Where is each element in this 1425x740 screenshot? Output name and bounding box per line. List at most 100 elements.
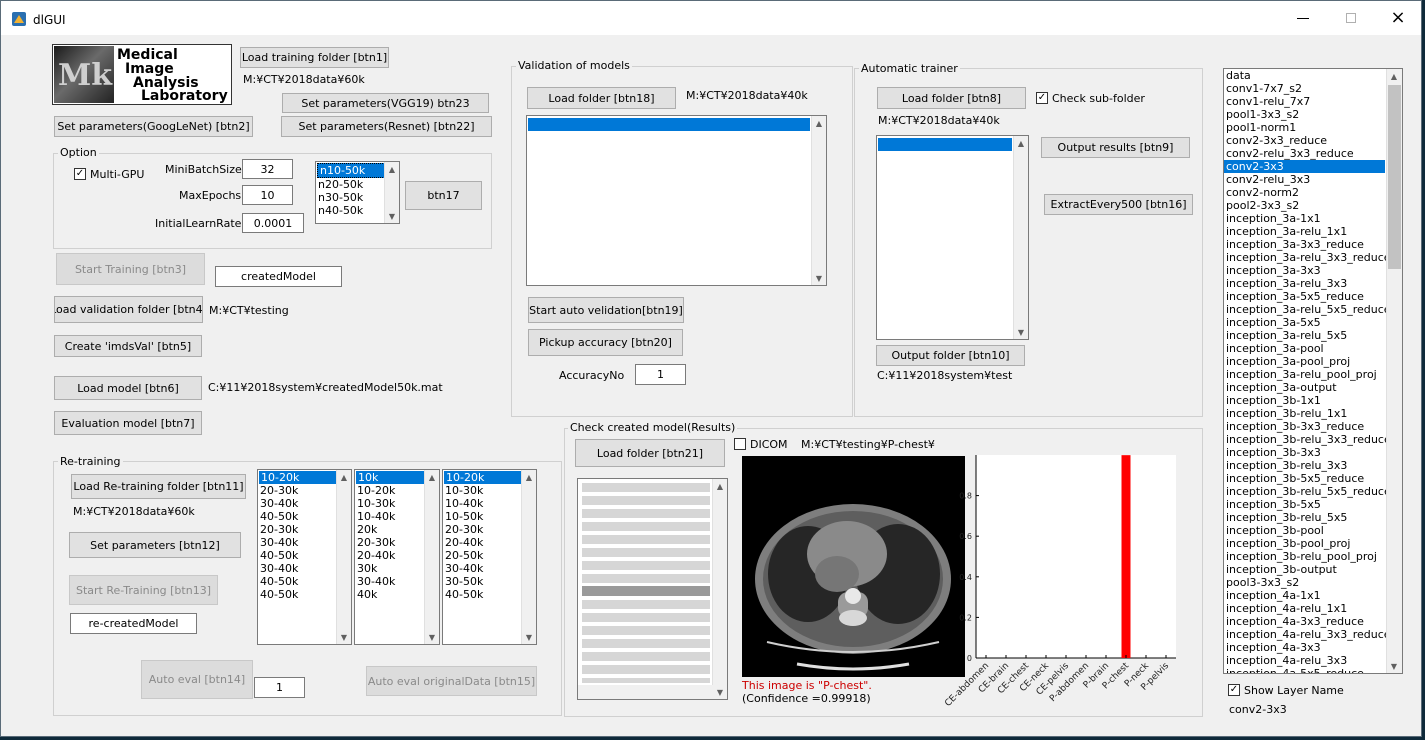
layer-list-item[interactable]: inception_4a-3x3 — [1224, 641, 1385, 654]
layer-list-item[interactable]: inception_4a-relu_1x1 — [1224, 602, 1385, 615]
load-folder-btn21[interactable]: Load folder [btn21] — [575, 439, 725, 467]
extract-every-500-button[interactable]: ExtractEvery500 [btn16] — [1044, 194, 1193, 215]
load-folder-btn8[interactable]: Load folder [btn8] — [877, 87, 1026, 109]
layer-list-item[interactable]: conv2-3x3_reduce — [1224, 134, 1385, 147]
layer-list-item[interactable]: inception_3b-relu_5x5 — [1224, 511, 1385, 524]
layer-list-item[interactable]: pool1-3x3_s2 — [1224, 108, 1385, 121]
layer-list-item[interactable]: inception_3a-relu_3x3_reduce — [1224, 251, 1391, 264]
auto-eval-original-button[interactable]: Auto eval originalData [btn15] — [366, 666, 537, 696]
layer-list-item[interactable]: inception_3b-relu_pool_proj — [1224, 550, 1385, 563]
scroll-up-icon[interactable]: ▲ — [812, 116, 826, 130]
learnrate-field[interactable]: 0.0001 — [242, 213, 304, 233]
scroll-up-icon[interactable]: ▲ — [522, 470, 536, 484]
show-layer-name-checkbox[interactable]: ✓ — [1228, 684, 1240, 696]
option-list-scrollbar[interactable]: ▲ ▼ — [384, 162, 399, 223]
start-training-button[interactable]: Start Training [btn3] — [56, 253, 205, 285]
pickup-accuracy-button[interactable]: Pickup accuracy [btn20] — [528, 329, 683, 356]
layer-list-item[interactable]: inception_3b-output — [1224, 563, 1385, 576]
model-name-field[interactable]: createdModel — [215, 266, 342, 287]
layer-list-item[interactable]: inception_3a-5x5 — [1224, 316, 1385, 329]
scroll-down-icon[interactable]: ▼ — [812, 271, 826, 285]
maxepochs-field[interactable]: 10 — [242, 185, 293, 205]
scroll-up-icon[interactable]: ▲ — [1387, 69, 1401, 83]
layer-list-item[interactable]: inception_3a-relu_5x5_reduce — [1224, 303, 1391, 316]
layer-list-item[interactable]: pool1-norm1 — [1224, 121, 1385, 134]
start-auto-validation-button[interactable]: Start auto velidation[btn19] — [528, 297, 684, 323]
layer-scroll-thumb[interactable] — [1388, 85, 1401, 269]
list-item[interactable] — [878, 138, 1012, 151]
layer-list-item[interactable]: inception_3b-5x5_reduce — [1224, 472, 1385, 485]
layer-list-item[interactable]: inception_4a-relu_3x3 — [1224, 654, 1385, 667]
layer-list-item[interactable]: inception_3b-relu_1x1 — [1224, 407, 1385, 420]
image-file-list[interactable]: ▲ ▼ — [577, 478, 728, 700]
layer-list-item[interactable]: inception_3a-pool — [1224, 342, 1385, 355]
set-params-vgg19-button[interactable]: Set parameters(VGG19) btn23 — [282, 93, 489, 113]
layer-list-item[interactable]: inception_3a-1x1 — [1224, 212, 1385, 225]
scroll-down-icon[interactable]: ▼ — [425, 630, 439, 644]
layer-list-item[interactable]: inception_3b-5x5 — [1224, 498, 1385, 511]
auto-eval-button[interactable]: Auto eval [btn14] — [141, 660, 253, 699]
layer-list-item[interactable]: inception_3a-3x3 — [1224, 264, 1385, 277]
scroll-down-icon[interactable]: ▼ — [1387, 659, 1401, 673]
scroll-down-icon[interactable]: ▼ — [337, 630, 351, 644]
set-parameters-button[interactable]: Set parameters [btn12] — [69, 532, 241, 558]
scroll-up-icon[interactable]: ▲ — [337, 470, 351, 484]
dicom-checkbox[interactable] — [734, 438, 746, 450]
auto-trainer-listbox[interactable]: ▲ ▼ — [876, 135, 1029, 340]
check-subfolder-checkbox[interactable]: ✓ — [1036, 92, 1048, 104]
scroll-down-icon[interactable]: ▼ — [522, 630, 536, 644]
btn17-button[interactable]: btn17 — [405, 181, 482, 210]
layer-list-item[interactable]: conv1-relu_7x7 — [1224, 95, 1385, 108]
auto-trainer-list-scrollbar[interactable]: ▲ ▼ — [1013, 136, 1028, 339]
validation-list-scrollbar[interactable]: ▲ ▼ — [811, 116, 826, 285]
layer-list-item[interactable]: conv1-7x7_s2 — [1224, 82, 1385, 95]
set-params-resnet-button[interactable]: Set parameters(Resnet) [btn22] — [281, 116, 492, 137]
layer-list-item[interactable]: inception_4a-5x5_reduce — [1224, 667, 1385, 673]
scroll-up-icon[interactable]: ▲ — [1014, 136, 1028, 150]
scroll-up-icon[interactable]: ▲ — [713, 479, 727, 493]
load-validation-folder-button[interactable]: Load validation folder [btn4] — [54, 296, 203, 323]
layer-list-scrollbar[interactable]: ▲ ▼ — [1386, 69, 1402, 673]
layer-list-item[interactable]: pool2-3x3_s2 — [1224, 199, 1385, 212]
retrain-model-name-field[interactable]: re-createdModel — [70, 613, 197, 634]
retrain-list2-scrollbar[interactable]: ▲ ▼ — [424, 470, 439, 644]
multi-gpu-checkbox[interactable]: ✓ — [74, 168, 86, 180]
layer-list-item[interactable]: conv2-relu_3x3 — [1224, 173, 1385, 186]
minimize-icon[interactable] — [1297, 18, 1309, 19]
scroll-up-icon[interactable]: ▲ — [425, 470, 439, 484]
scroll-up-icon[interactable]: ▲ — [385, 162, 399, 176]
set-params-googlenet-button[interactable]: Set parameters(GoogLeNet) [btn2] — [54, 116, 253, 137]
minibatch-field[interactable]: 32 — [242, 159, 293, 179]
evaluation-model-button[interactable]: Evaluation model [btn7] — [54, 411, 202, 435]
output-results-button[interactable]: Output results [btn9] — [1041, 137, 1190, 158]
load-retraining-folder-button[interactable]: Load Re-training folder [btn11] — [71, 474, 246, 499]
layer-list-item[interactable]: inception_3b-pool_proj — [1224, 537, 1385, 550]
layer-list-item[interactable]: inception_4a-3x3_reduce — [1224, 615, 1385, 628]
auto-eval-number-field[interactable]: 1 — [254, 677, 305, 698]
list-item[interactable]: 10k — [356, 471, 425, 484]
layer-list-item[interactable]: inception_3b-pool — [1224, 524, 1385, 537]
layer-list-item[interactable]: inception_3a-pool_proj — [1224, 355, 1385, 368]
retrain-list3-scrollbar[interactable]: ▲ ▼ — [521, 470, 536, 644]
layer-list-item[interactable]: inception_3a-relu_1x1 — [1224, 225, 1385, 238]
file-list-scrollbar[interactable]: ▲ ▼ — [712, 479, 727, 699]
layer-list-item[interactable]: inception_3b-1x1 — [1224, 394, 1385, 407]
retrain-listbox-3[interactable]: 10-20k 10-30k 10-40k 10-50k 20-30k 20-40… — [442, 469, 537, 645]
layer-list-item[interactable]: inception_3a-relu_pool_proj — [1224, 368, 1385, 381]
layer-list-item[interactable]: inception_3a-5x5_reduce — [1224, 290, 1385, 303]
scroll-down-icon[interactable]: ▼ — [1014, 325, 1028, 339]
layer-list-item[interactable]: inception_3a-relu_5x5 — [1224, 329, 1385, 342]
layer-list-item[interactable]: inception_3b-relu_3x3_reduce — [1224, 433, 1391, 446]
layer-list-item[interactable]: conv2-norm2 — [1224, 186, 1385, 199]
layer-list-item[interactable]: inception_4a-relu_3x3_reduce — [1224, 628, 1391, 641]
list-item[interactable]: 10-20k — [259, 471, 337, 484]
close-icon[interactable]: × — [1389, 8, 1407, 28]
layer-list-item[interactable]: pool3-3x3_s2 — [1224, 576, 1385, 589]
scroll-down-icon[interactable]: ▼ — [713, 685, 727, 699]
list-item[interactable]: 10-20k — [444, 471, 522, 484]
layer-list-item[interactable]: conv2-3x3 — [1224, 160, 1385, 173]
load-training-folder-button[interactable]: Load training folder [btn1] — [240, 47, 389, 68]
load-model-button[interactable]: Load model [btn6] — [54, 376, 202, 400]
layer-list-item[interactable]: conv2-relu_3x3_reduce — [1224, 147, 1385, 160]
output-folder-button[interactable]: Output folder [btn10] — [876, 345, 1025, 366]
